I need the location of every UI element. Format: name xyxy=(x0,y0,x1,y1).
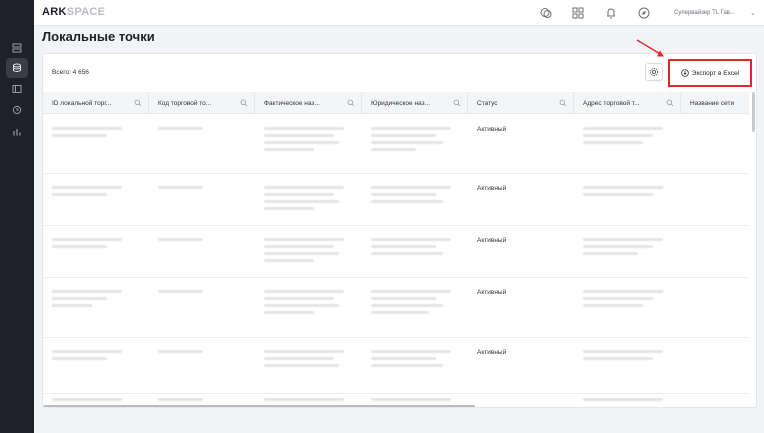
export-excel-button[interactable]: Экспорт в Excel xyxy=(680,69,740,77)
table-card: Всего: 4 656 Экспорт в Excel ID локально… xyxy=(42,53,757,408)
table-row[interactable]: Активный xyxy=(43,226,749,278)
table-row[interactable]: Активный xyxy=(43,278,749,338)
column-header[interactable]: ID локальной торг... xyxy=(43,92,149,114)
currency-icon[interactable] xyxy=(539,6,553,20)
table-header: ID локальной торг... Код торговой то... … xyxy=(43,92,749,114)
panel-icon xyxy=(12,85,22,93)
column-header[interactable]: Код торговой то... xyxy=(149,92,255,114)
column-header[interactable]: Юридическое наз... xyxy=(362,92,468,114)
table-row[interactable]: Активный xyxy=(43,115,749,174)
annotation-arrow-icon xyxy=(636,39,664,57)
status-text: Активный xyxy=(477,349,507,356)
layers-icon xyxy=(12,43,22,53)
sidebar-item-layers[interactable] xyxy=(6,38,28,58)
search-icon[interactable] xyxy=(559,99,567,107)
export-highlight-box: Экспорт в Excel xyxy=(668,59,752,87)
search-icon[interactable] xyxy=(134,99,142,107)
top-bar: ARKSPACE Супервайзер TL Гав... ⌄ xyxy=(34,0,764,26)
download-icon xyxy=(680,69,689,77)
app-logo[interactable]: ARKSPACE xyxy=(42,6,105,18)
search-icon[interactable] xyxy=(347,99,355,107)
chart-icon xyxy=(13,129,21,136)
sidebar-item-database[interactable] xyxy=(6,58,28,78)
page-title: Локальные точки xyxy=(42,29,155,44)
column-header[interactable]: Фактическое наз... xyxy=(255,92,362,114)
search-icon[interactable] xyxy=(240,99,248,107)
gear-icon xyxy=(650,68,658,76)
export-label: Экспорт в Excel xyxy=(691,69,740,77)
column-header[interactable]: Адрес торговой т... xyxy=(574,92,681,114)
vertical-scrollbar[interactable] xyxy=(752,92,755,132)
status-text: Активный xyxy=(477,237,507,244)
status-text: Активный xyxy=(477,185,507,192)
horizontal-scrollbar[interactable] xyxy=(43,405,475,407)
sidebar-item-chart[interactable] xyxy=(6,122,28,142)
logo-part2: SPACE xyxy=(66,6,106,18)
chevron-down-icon[interactable]: ⌄ xyxy=(750,9,756,17)
user-name[interactable]: Супервайзер TL Гав... xyxy=(674,10,735,16)
search-icon[interactable] xyxy=(453,99,461,107)
bell-icon[interactable] xyxy=(604,6,618,20)
sidebar-item-panel[interactable] xyxy=(6,79,28,99)
table-row[interactable]: Активный xyxy=(43,174,749,226)
column-header[interactable]: Название сети xyxy=(681,92,749,114)
status-text: Активный xyxy=(477,126,507,133)
sidebar xyxy=(0,0,34,433)
logo-part1: ARK xyxy=(42,6,67,18)
status-text: Активный xyxy=(477,289,507,296)
clock-icon xyxy=(12,105,22,115)
total-count: Всего: 4 656 xyxy=(52,69,89,76)
database-icon xyxy=(13,63,21,72)
sidebar-item-clock[interactable] xyxy=(6,100,28,120)
column-header[interactable]: Статус xyxy=(468,92,574,114)
grid-icon[interactable] xyxy=(571,6,585,20)
compass-icon[interactable] xyxy=(637,6,651,20)
search-icon[interactable] xyxy=(666,99,674,107)
table-settings-button[interactable] xyxy=(645,63,663,81)
table-row[interactable]: Активный xyxy=(43,338,749,394)
